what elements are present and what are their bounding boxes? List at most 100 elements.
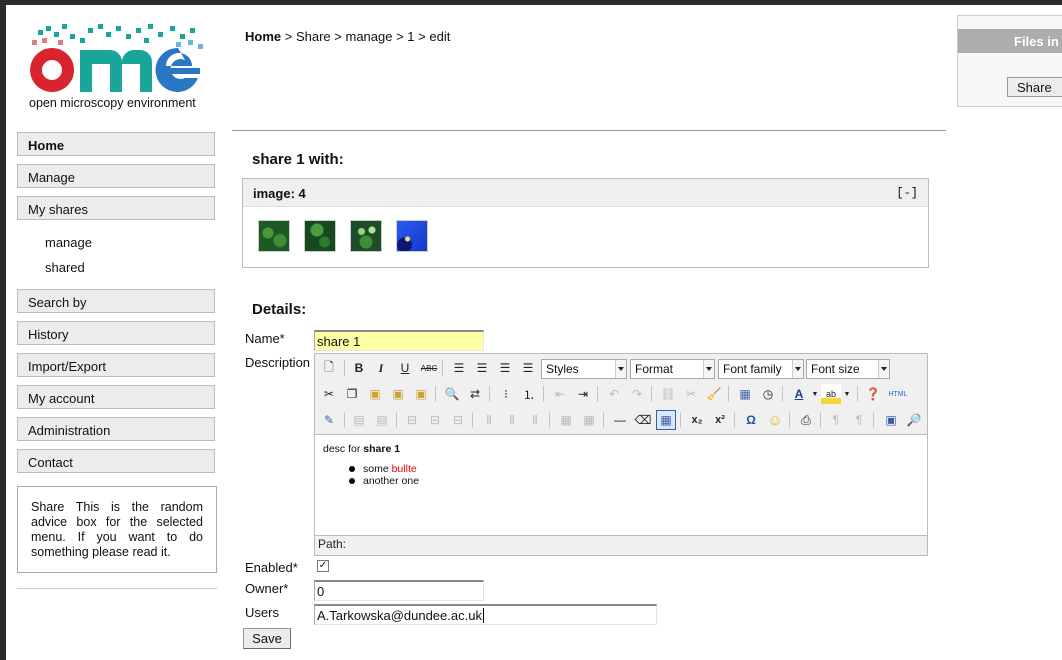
insert-row-after-icon[interactable]: ▤ [372, 410, 392, 430]
indent-icon[interactable]: ⇥ [573, 384, 593, 404]
align-right-icon[interactable]: ☰ [495, 358, 515, 378]
undo-icon[interactable]: ↶ [604, 384, 624, 404]
breadcrumb-sep: > [281, 29, 296, 44]
font-family-select-label: Font family [723, 362, 782, 376]
copy-icon[interactable]: ❐ [342, 384, 362, 404]
menu-contact[interactable]: Contact [17, 449, 215, 473]
name-input[interactable]: share 1 [314, 330, 484, 351]
chevron-down-icon[interactable]: ▼ [837, 384, 857, 404]
enabled-checkbox[interactable]: ✓ [317, 560, 329, 572]
image-thumbnail[interactable] [258, 220, 290, 252]
align-center-icon[interactable]: ☰ [472, 358, 492, 378]
html-source-icon[interactable]: HTML [885, 384, 911, 404]
content-prefix: desc for [323, 443, 364, 455]
insert-row-before-icon[interactable]: ▤ [349, 410, 369, 430]
submenu-manage[interactable]: manage [45, 235, 92, 250]
list-item: another one [349, 475, 419, 487]
breadcrumb: Home > Share > manage > 1 > edit [245, 29, 450, 44]
table-icon[interactable]: ▦ [656, 410, 676, 430]
menu-home[interactable]: Home [17, 132, 215, 156]
editor-toolbar-row-1: 🗋 B I U ABC ☰ ☰ ☰ ☰ Styles Format Font f… [315, 355, 927, 380]
users-label: Users [245, 605, 279, 620]
image-thumbnail[interactable] [396, 220, 428, 252]
ltr-icon[interactable]: ¶ [826, 410, 846, 430]
align-justify-icon[interactable]: ☰ [518, 358, 538, 378]
menu-my-account[interactable]: My account [17, 385, 215, 409]
delete-col-icon[interactable]: ⫴ [525, 410, 545, 430]
insert-date-icon[interactable]: ▦ [735, 384, 755, 404]
italic-icon[interactable]: I [371, 358, 391, 378]
toolbar-separator [789, 412, 790, 428]
table-props-icon[interactable]: ▦ [556, 410, 576, 430]
cleanup-icon[interactable]: 🧹 [704, 384, 724, 404]
breadcrumb-id[interactable]: 1 [407, 29, 414, 44]
rtl-icon[interactable]: ¶ [849, 410, 869, 430]
preview-icon[interactable]: 🔎 [904, 410, 924, 430]
emoticon-icon[interactable]: ☺ [765, 410, 785, 430]
editor-content-area[interactable]: desc for share 1 some bullte another one [315, 434, 927, 536]
owner-input[interactable]: 0 [314, 580, 484, 601]
toolbar-separator [873, 412, 874, 428]
image-thumbnail[interactable] [304, 220, 336, 252]
bold-icon[interactable]: B [349, 358, 369, 378]
toolbar-separator [820, 412, 821, 428]
paste-icon[interactable]: ▣ [365, 384, 385, 404]
delete-row-icon[interactable]: ⊟ [402, 410, 422, 430]
print-icon[interactable]: ⎙ [796, 410, 816, 430]
enabled-label: Enabled* [245, 560, 298, 575]
font-size-select[interactable]: Font size [806, 359, 890, 379]
font-family-select[interactable]: Font family [718, 359, 804, 379]
superscript-icon[interactable]: x² [710, 410, 730, 430]
cut-icon[interactable]: ✂ [319, 384, 339, 404]
paste-word-icon[interactable]: ▣ [411, 384, 431, 404]
breadcrumb-home[interactable]: Home [245, 29, 281, 44]
menu-history[interactable]: History [17, 321, 215, 345]
bullet-list-icon[interactable]: ⁝ [496, 384, 516, 404]
menu-import-export[interactable]: Import/Export [17, 353, 215, 377]
help-icon[interactable]: ❓ [863, 384, 883, 404]
paste-text-icon[interactable]: ▣ [388, 384, 408, 404]
menu-manage[interactable]: Manage [17, 164, 215, 188]
insert-col-before-icon[interactable]: ⫴ [479, 410, 499, 430]
collapse-toggle[interactable]: [-] [896, 186, 918, 200]
image-thumbnail[interactable] [350, 220, 382, 252]
text-cursor [482, 608, 484, 623]
redo-icon[interactable]: ↷ [627, 384, 647, 404]
numbered-list-icon[interactable]: ⒈ [519, 384, 539, 404]
share-button[interactable]: Share [1007, 77, 1062, 97]
styles-select[interactable]: Styles [541, 359, 627, 379]
edit-icon[interactable]: ✎ [319, 410, 339, 430]
find-icon[interactable]: 🔍 [442, 384, 462, 404]
insert-time-icon[interactable]: ◷ [758, 384, 778, 404]
split-cells-icon[interactable]: ⊟ [425, 410, 445, 430]
eraser-icon[interactable]: ⌫ [633, 410, 653, 430]
submenu-shared[interactable]: shared [45, 260, 85, 275]
share-heading: share 1 with: [252, 151, 344, 168]
save-button[interactable]: Save [243, 628, 291, 649]
new-document-icon[interactable]: 🗋 [319, 358, 339, 378]
insert-col-after-icon[interactable]: ⫴ [502, 410, 522, 430]
chevron-down-icon [878, 360, 889, 378]
breadcrumb-share[interactable]: Share [296, 29, 331, 44]
strikethrough-icon[interactable]: ABC [419, 358, 439, 378]
format-select[interactable]: Format [630, 359, 715, 379]
subscript-icon[interactable]: x₂ [687, 410, 707, 430]
unlink-icon[interactable]: ✂ [681, 384, 701, 404]
align-left-icon[interactable]: ☰ [449, 358, 469, 378]
horizontal-rule-icon[interactable]: — [610, 410, 630, 430]
underline-icon[interactable]: U [395, 358, 415, 378]
users-input[interactable]: A.Tarkowska@dundee.ac.uk [314, 604, 657, 625]
fullscreen-icon[interactable]: ▣ [881, 410, 901, 430]
breadcrumb-manage[interactable]: manage [345, 29, 392, 44]
link-icon[interactable]: ⛓ [658, 384, 678, 404]
window-frame-left [0, 0, 6, 660]
menu-search-by[interactable]: Search by [17, 289, 215, 313]
special-char-icon[interactable]: Ω [741, 410, 761, 430]
menu-my-shares[interactable]: My shares [17, 196, 215, 220]
menu-administration[interactable]: Administration [17, 417, 215, 441]
outdent-icon[interactable]: ⇤ [550, 384, 570, 404]
left-divider [17, 588, 217, 589]
merge-cells-icon[interactable]: ⊟ [448, 410, 468, 430]
replace-icon[interactable]: ⇄ [465, 384, 485, 404]
cell-props-icon[interactable]: ▦ [579, 410, 599, 430]
